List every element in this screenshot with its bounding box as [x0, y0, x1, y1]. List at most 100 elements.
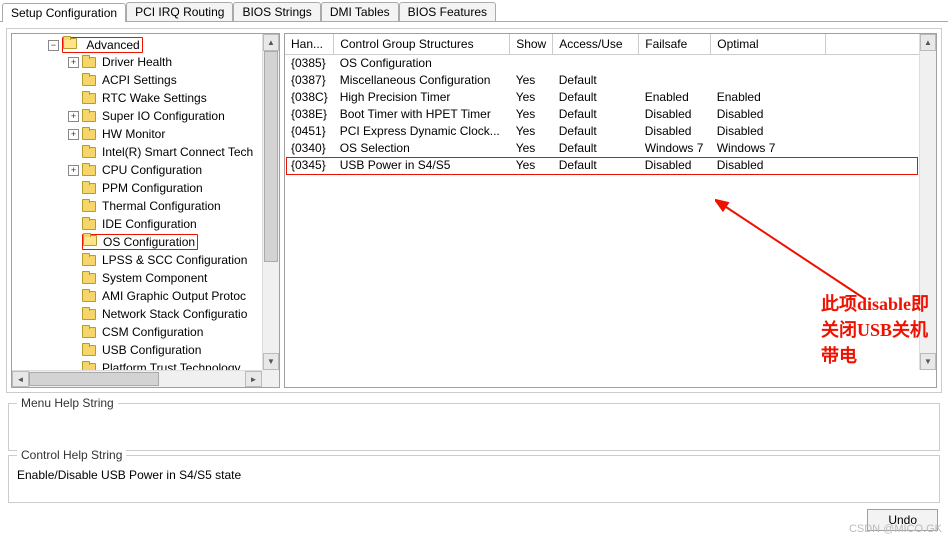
tree-item[interactable]: CSM Configuration	[100, 325, 205, 339]
bios-tree: − Advanced + Driver Health ACPI Settings RT…	[11, 33, 280, 388]
cell-acc: Default	[553, 123, 639, 140]
scroll-up-icon[interactable]: ▲	[263, 34, 279, 51]
collapse-icon	[68, 219, 79, 230]
cell-show	[510, 55, 553, 72]
tree-item[interactable]: System Component	[100, 271, 209, 285]
table-row[interactable]: {038E}Boot Timer with HPET TimerYesDefau…	[285, 106, 936, 123]
cell-acc	[553, 55, 639, 72]
col-failsafe[interactable]: Failsafe	[639, 34, 711, 55]
cell-han: {0387}	[285, 72, 334, 89]
folder-icon	[82, 111, 96, 122]
cell-acc: Default	[553, 140, 639, 157]
table-row[interactable]: {0387}Miscellaneous ConfigurationYesDefa…	[285, 72, 936, 89]
scrollbar-thumb[interactable]	[264, 51, 278, 262]
tree-item[interactable]: Driver Health	[100, 55, 174, 69]
cell-fs: Disabled	[639, 106, 711, 123]
cell-acc: Default	[553, 106, 639, 123]
folder-icon	[83, 235, 97, 246]
col-optimal[interactable]: Optimal	[711, 34, 826, 55]
cell-show: Yes	[510, 89, 553, 106]
cell-opt: Disabled	[711, 123, 826, 140]
tree-item[interactable]: RTC Wake Settings	[100, 91, 209, 105]
cell-han: {038E}	[285, 106, 334, 123]
expand-icon[interactable]: +	[68, 57, 79, 68]
collapse-icon[interactable]: −	[48, 40, 59, 51]
tree-item[interactable]: ACPI Settings	[100, 73, 179, 87]
scroll-down-icon[interactable]: ▼	[263, 353, 279, 370]
cell-opt	[711, 55, 826, 72]
scroll-left-icon[interactable]: ◄	[12, 371, 29, 387]
cell-han: {038C}	[285, 89, 334, 106]
collapse-icon	[68, 147, 79, 158]
folder-icon	[82, 201, 96, 212]
folder-icon	[82, 345, 96, 356]
cell-opt: Windows 7	[711, 140, 826, 157]
annotation-text: 此项disable即关闭USB关机带电	[821, 290, 936, 368]
watermark: CSDN @MICO.GK	[849, 523, 942, 535]
expand-icon[interactable]: +	[68, 129, 79, 140]
expand-icon[interactable]: +	[68, 111, 79, 122]
tab-bios-strings[interactable]: BIOS Strings	[233, 2, 320, 21]
table-row[interactable]: {0340}OS SelectionYesDefaultWindows 7Win…	[285, 140, 936, 157]
table-row[interactable]: {0385}OS Configuration	[285, 55, 936, 72]
cell-ctl: OS Selection	[334, 140, 510, 157]
menu-help-legend: Menu Help String	[17, 396, 118, 410]
tree-item[interactable]: HW Monitor	[100, 127, 167, 141]
tree-item[interactable]: Network Stack Configuratio	[100, 307, 249, 321]
cell-ctl: OS Configuration	[334, 55, 510, 72]
tree-vertical-scrollbar[interactable]: ▲ ▼	[262, 34, 279, 370]
control-grid: Han... Control Group Structures Show Acc…	[284, 33, 937, 388]
tree-horizontal-scrollbar[interactable]: ◄ ►	[12, 370, 262, 387]
cell-acc: Default	[553, 157, 639, 174]
col-show[interactable]: Show	[510, 34, 553, 55]
collapse-icon	[68, 183, 79, 194]
tree-item[interactable]: PPM Configuration	[100, 181, 205, 195]
table-row[interactable]: {0345}USB Power in S4/S5YesDefaultDisabl…	[285, 157, 936, 174]
folder-icon	[82, 165, 96, 176]
collapse-icon	[68, 237, 79, 248]
folder-icon	[82, 273, 96, 284]
scrollbar-thumb[interactable]	[29, 372, 159, 386]
tree-item[interactable]: Super IO Configuration	[100, 109, 227, 123]
tree-item[interactable]: Intel(R) Smart Connect Tech	[100, 145, 255, 159]
scroll-up-icon[interactable]: ▲	[920, 34, 936, 51]
folder-icon	[82, 75, 96, 86]
table-row[interactable]: {0451}PCI Express Dynamic Clock...YesDef…	[285, 123, 936, 140]
cell-ctl: USB Power in S4/S5	[334, 157, 510, 174]
collapse-icon	[68, 327, 79, 338]
folder-icon	[82, 183, 96, 194]
menu-help-group: Menu Help String	[8, 403, 940, 451]
tree-item[interactable]: OS Configuration	[101, 235, 197, 249]
tree-item[interactable]: IDE Configuration	[100, 217, 199, 231]
scrollbar-corner	[262, 370, 279, 387]
tab-setup-configuration[interactable]: Setup Configuration	[2, 3, 126, 22]
cell-opt: Enabled	[711, 89, 826, 106]
collapse-icon	[68, 255, 79, 266]
table-row[interactable]: {038C}High Precision TimerYesDefaultEnab…	[285, 89, 936, 106]
tree-item[interactable]: CPU Configuration	[100, 163, 204, 177]
col-control[interactable]: Control Group Structures	[334, 34, 510, 55]
control-help-legend: Control Help String	[17, 448, 126, 462]
col-access[interactable]: Access/Use	[553, 34, 639, 55]
folder-icon	[82, 219, 96, 230]
tree-root[interactable]: Advanced	[84, 38, 141, 52]
cell-fs	[639, 55, 711, 72]
tab-bios-features[interactable]: BIOS Features	[399, 2, 496, 21]
folder-icon	[82, 327, 96, 338]
expand-icon[interactable]: +	[68, 165, 79, 176]
col-handle[interactable]: Han...	[285, 34, 334, 55]
tree-item[interactable]: USB Configuration	[100, 343, 203, 357]
collapse-icon	[68, 201, 79, 212]
tab-dmi-tables[interactable]: DMI Tables	[321, 2, 399, 21]
cell-opt	[711, 72, 826, 89]
scroll-right-icon[interactable]: ►	[245, 371, 262, 387]
tree-item[interactable]: LPSS & SCC Configuration	[100, 253, 249, 267]
cell-han: {0340}	[285, 140, 334, 157]
tree-item[interactable]: AMI Graphic Output Protoc	[100, 289, 248, 303]
tab-pci-irq-routing[interactable]: PCI IRQ Routing	[126, 2, 233, 21]
collapse-icon	[68, 273, 79, 284]
cell-han: {0345}	[285, 157, 334, 174]
cell-fs	[639, 72, 711, 89]
cell-ctl: Boot Timer with HPET Timer	[334, 106, 510, 123]
tree-item[interactable]: Thermal Configuration	[100, 199, 223, 213]
